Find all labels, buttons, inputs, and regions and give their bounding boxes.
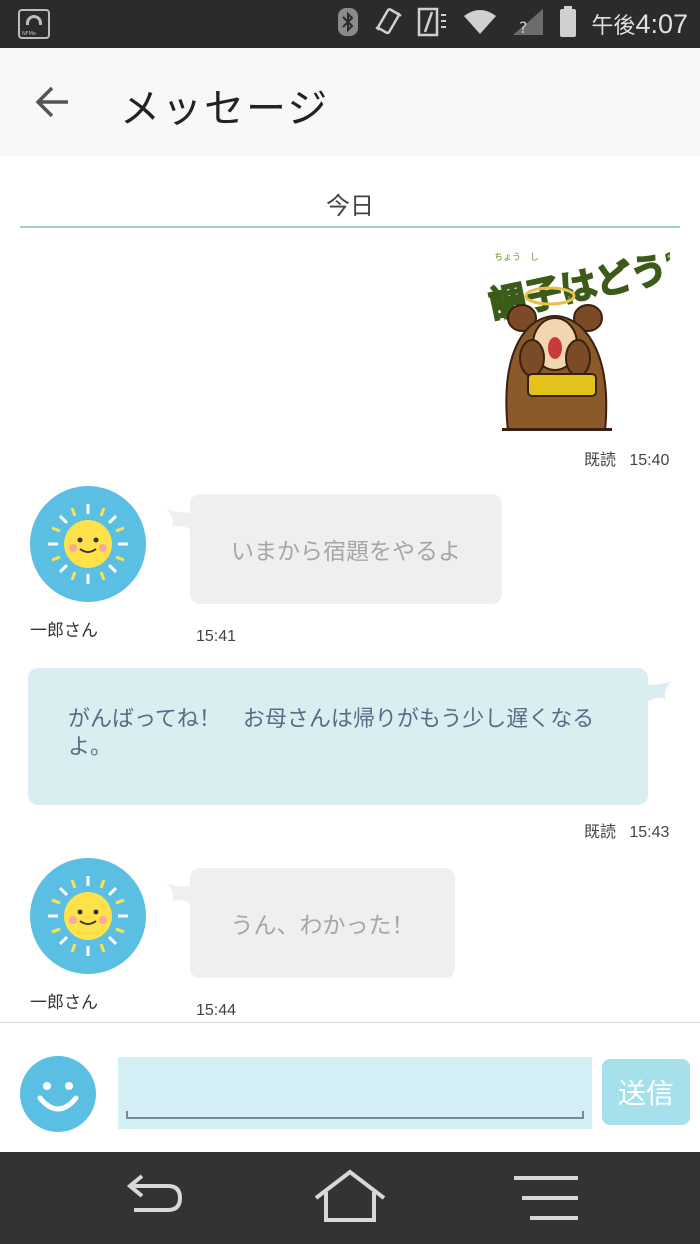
incoming-message-bubble[interactable]: うん、わかった！	[190, 868, 455, 978]
bluetooth-icon	[337, 7, 359, 41]
nfc-label: NFMe	[22, 31, 37, 37]
smiley-icon[interactable]	[20, 1056, 96, 1132]
read-label: 既読	[584, 824, 617, 841]
avatar[interactable]	[30, 858, 146, 974]
page-title: メッセージ	[120, 86, 330, 132]
message-time: 15:43	[629, 824, 670, 841]
message-time: 15:40	[629, 452, 670, 469]
clock: 午後4:07	[591, 8, 688, 40]
menu-icon[interactable]	[508, 1168, 588, 1228]
send-button[interactable]: 送信	[602, 1059, 690, 1125]
home-icon[interactable]	[310, 1168, 390, 1228]
sender-name: 一郎さん	[30, 993, 98, 1013]
clock-ampm: 午後	[591, 13, 636, 38]
status-icons: ? 午後4:07	[337, 0, 688, 48]
avatar[interactable]	[30, 486, 146, 602]
status-bar: NFMe ? 午後4:07	[0, 0, 700, 48]
wifi-icon	[463, 8, 497, 40]
read-label: 既読	[584, 452, 617, 469]
message-text: がんばってね！ お母さんは帰りがもう少し遅くなるよ。	[68, 707, 595, 760]
bubble-tail	[644, 681, 672, 704]
app-bar: メッセージ	[0, 48, 700, 156]
incoming-message-bubble[interactable]: いまから宿題をやるよ	[190, 494, 502, 604]
message-time: 15:41	[196, 628, 237, 645]
message-meta: 既読 15:43	[584, 818, 669, 842]
svg-text:?: ?	[519, 18, 528, 37]
input-underline	[126, 1111, 584, 1119]
sticker-ruby: ちょう し	[494, 252, 539, 263]
outgoing-message-bubble[interactable]: がんばってね！ お母さんは帰りがもう少し遅くなるよ。	[28, 668, 648, 805]
back-nav-icon[interactable]	[112, 1168, 192, 1228]
clock-time: 4:07	[635, 9, 688, 39]
composer: 送信	[0, 1022, 700, 1152]
battery-saver-icon	[417, 7, 449, 41]
message-meta: 既読 15:40	[584, 446, 669, 470]
date-divider: 今日	[20, 186, 680, 228]
sender-name: 一郎さん	[30, 621, 98, 641]
message-text: いまから宿題をやるよ	[231, 539, 461, 565]
arrow-left-icon[interactable]	[30, 78, 78, 126]
vibrate-icon	[373, 7, 403, 41]
date-label: 今日	[326, 192, 374, 220]
system-nav-bar	[0, 1152, 700, 1244]
nfc-icon: NFMe	[18, 9, 50, 39]
bear-sticker[interactable]: ちょう し 調子はどう?	[480, 244, 692, 432]
message-time: 15:44	[196, 1002, 237, 1019]
message-text: うん、わかった！	[230, 913, 415, 939]
message-list[interactable]: 今日 ちょう し 調子はどう? 既読 15:40 一郎さん いまから宿題をやるよ…	[0, 156, 700, 1022]
battery-icon	[559, 6, 577, 42]
signal-icon: ?	[511, 7, 545, 41]
